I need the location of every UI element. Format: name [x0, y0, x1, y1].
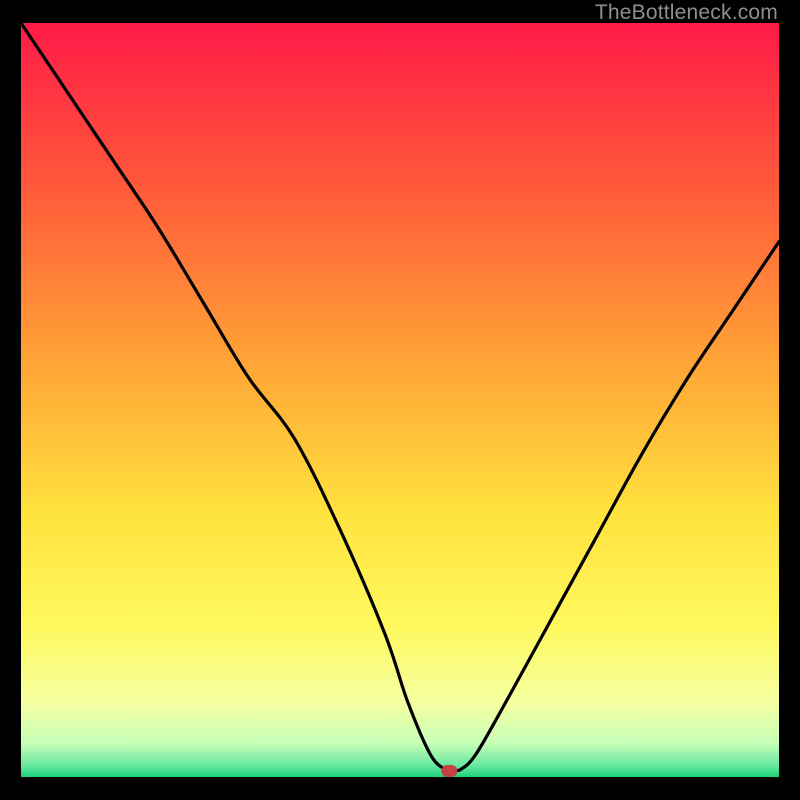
optimal-point-marker — [441, 765, 457, 777]
gradient-background — [21, 23, 779, 777]
bottleneck-chart — [21, 23, 779, 777]
chart-frame: TheBottleneck.com — [0, 0, 800, 800]
watermark-text: TheBottleneck.com — [595, 1, 778, 25]
plot-area — [21, 23, 779, 777]
